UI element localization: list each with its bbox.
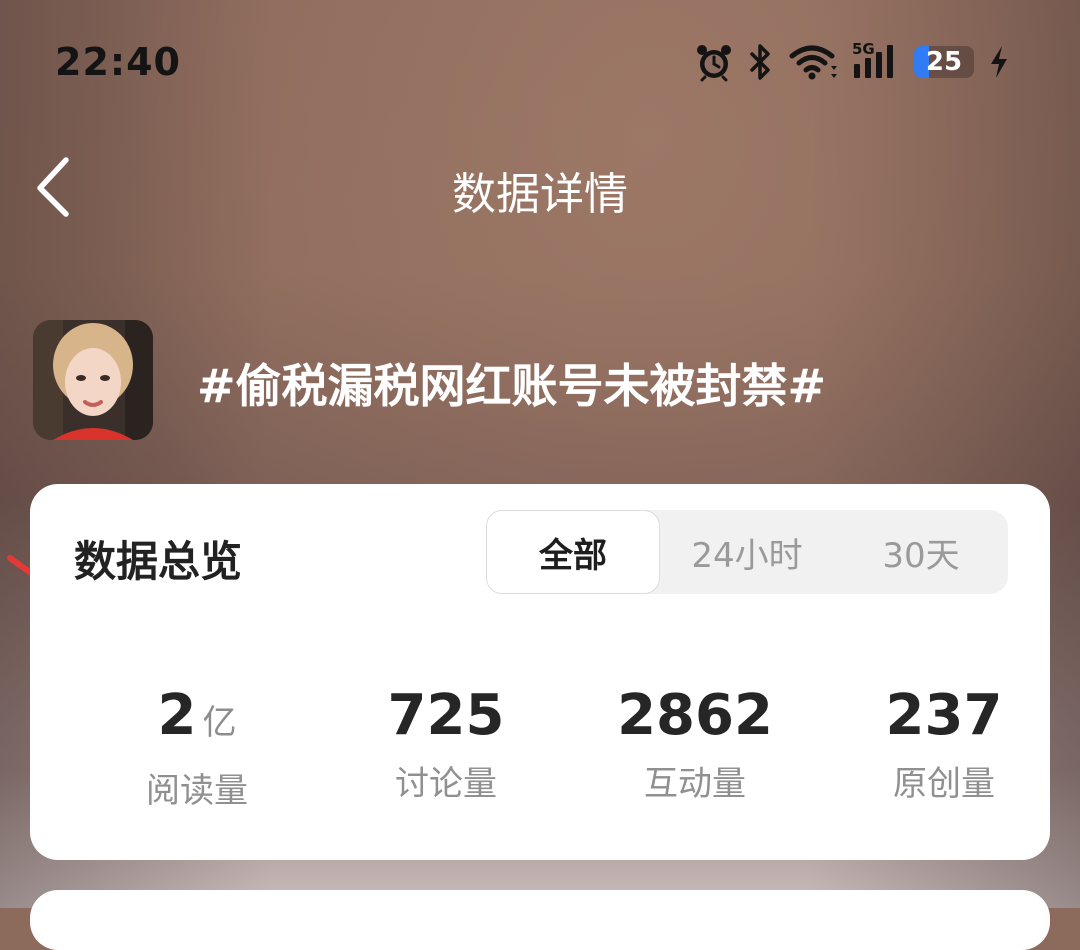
battery-icon: 25: [914, 46, 974, 78]
stat-number: 237: [885, 683, 1003, 748]
topic-avatar: [33, 320, 153, 440]
stat-label: 互动量: [644, 764, 746, 804]
wifi-icon: [788, 42, 838, 82]
stat-number: 2: [157, 683, 197, 748]
stat-value: 237: [824, 684, 1064, 748]
stat-value: 725: [326, 684, 566, 748]
stat-number: 2862: [617, 683, 773, 748]
next-card-peek: [30, 890, 1050, 950]
overview-title: 数据总览: [74, 537, 243, 586]
stat-interactions: 2862 互动量: [575, 684, 815, 805]
stat-originals: 237 原创量: [824, 684, 1064, 805]
stat-label: 原创量: [893, 764, 995, 804]
tab-all[interactable]: 全部: [486, 510, 660, 594]
overview-card: 数据总览 全部 24小时 30天 2亿 阅读量 725 讨论量 2862 互动量…: [30, 484, 1050, 860]
battery-level: 25: [925, 47, 963, 77]
tab-24h[interactable]: 24小时: [660, 510, 834, 594]
status-bar: 22:40 5G 25: [0, 0, 1080, 120]
status-time: 22:40: [55, 40, 181, 84]
stat-unit: 亿: [202, 703, 237, 743]
stat-value: 2亿: [77, 684, 317, 755]
stat-label: 讨论量: [395, 764, 497, 804]
stat-label: 阅读量: [146, 771, 248, 811]
page-title: 数据详情: [452, 169, 628, 220]
bluetooth-icon: [748, 42, 774, 82]
time-range-segmented-control: 全部 24小时 30天: [486, 510, 1008, 594]
charging-bolt-icon: [988, 42, 1010, 82]
stat-reads: 2亿 阅读量: [77, 684, 317, 812]
status-icons: 5G 25: [694, 40, 1010, 82]
alarm-icon: [694, 42, 734, 82]
cellular-signal-icon: 5G: [852, 40, 900, 82]
stat-number: 725: [387, 683, 505, 748]
stat-value: 2862: [575, 684, 815, 748]
stat-discussions: 725 讨论量: [326, 684, 566, 805]
topic-title: #偷税漏税网红账号未被封禁#: [197, 359, 827, 413]
tab-30d[interactable]: 30天: [834, 510, 1008, 594]
